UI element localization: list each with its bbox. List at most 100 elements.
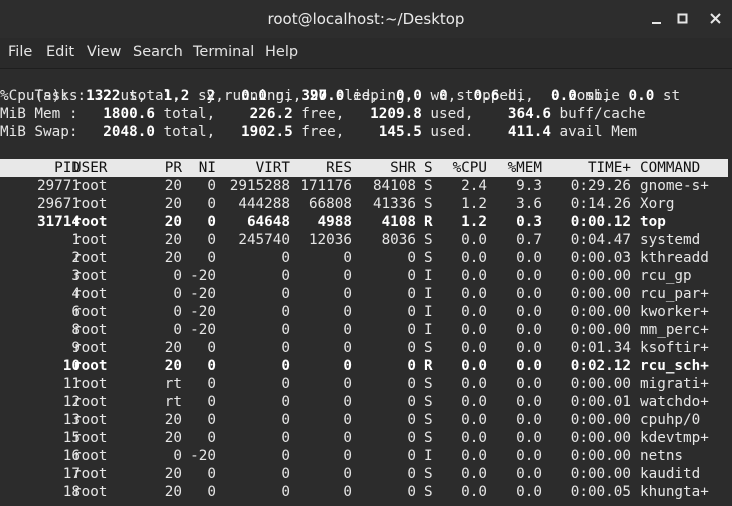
table-row: 15 root 20 0 0 0 0 S 0.0 0.0 0:00.00 kdevtmp+: [0, 429, 732, 447]
cell-cmd: mm_perc+: [640, 322, 709, 338]
cell-cmd: Xorg: [640, 196, 675, 212]
cell-user: root: [73, 214, 108, 230]
col-res[interactable]: RES: [295, 159, 352, 177]
cell-res: 0: [343, 412, 352, 428]
table-row: 9 root 20 0 0 0 0 S 0.0 0.0 0:01.34 ksoftir+: [0, 339, 732, 357]
cell-res: 0: [343, 466, 352, 482]
cell-time: 0:00.01: [570, 394, 631, 410]
cell-ni: -20: [190, 268, 216, 284]
cell-mem: 0.0: [516, 448, 542, 464]
col-virt[interactable]: VIRT: [225, 159, 290, 177]
cell-user: root: [73, 430, 108, 446]
process-table-header: PID USER PR NI VIRT RES SHR S %CPU %MEM …: [0, 159, 732, 177]
menu-file[interactable]: File: [8, 44, 32, 60]
col-cpu[interactable]: %CPU: [443, 159, 487, 177]
col-user[interactable]: USER: [73, 159, 107, 177]
cell-pr: rt: [164, 394, 182, 410]
cell-virt: 0: [281, 394, 290, 410]
cell-s: S: [424, 394, 433, 410]
table-row: 31714 root 20 0 64648 4988 4108 R 1.2 0.3 0:00.12 t…: [0, 213, 732, 231]
cell-pr: 20: [164, 484, 182, 500]
swap-line: MiB Swap: 2048.0 total, 1902.5 free, 145…: [0, 124, 638, 140]
cell-ni: 0: [207, 430, 216, 446]
cell-user: root: [73, 466, 108, 482]
cell-user: root: [73, 394, 108, 410]
cell-cpu: 1.2: [461, 214, 487, 230]
cell-mem: 0.0: [516, 250, 542, 266]
cell-cmd: netns: [640, 448, 684, 464]
cell-ni: -20: [190, 322, 216, 338]
cell-pr: 20: [164, 250, 182, 266]
col-time[interactable]: TIME+: [560, 159, 631, 177]
cell-user: root: [73, 250, 108, 266]
cell-pid: 2: [71, 250, 80, 266]
cell-cmd: kthreadd: [640, 250, 709, 266]
terminal-area[interactable]: Tasks: 322 total, 2 running, 320 sleepin…: [0, 69, 732, 506]
table-row: 6 root 0 -20 0 0 0 I 0.0 0.0 0:00.00 kworker+: [0, 303, 732, 321]
minimize-icon[interactable]: [648, 10, 666, 28]
cell-pid: 16: [62, 448, 80, 464]
menu-help[interactable]: Help: [265, 44, 298, 60]
col-pid[interactable]: PID: [20, 159, 80, 177]
cell-virt: 0: [281, 412, 290, 428]
col-shr[interactable]: SHR: [360, 159, 416, 177]
cell-ni: 0: [207, 250, 216, 266]
cell-pr: 20: [164, 340, 182, 356]
cell-s: S: [424, 196, 433, 212]
cell-shr: 0: [407, 484, 416, 500]
menu-search[interactable]: Search: [133, 44, 183, 60]
terminal-scrollbar[interactable]: [728, 69, 732, 506]
cell-pid: 12: [62, 394, 80, 410]
cell-virt: 245740: [238, 232, 290, 248]
cell-virt: 0: [281, 268, 290, 284]
cell-pid: 11: [62, 376, 80, 392]
maximize-icon[interactable]: [674, 10, 692, 28]
col-s[interactable]: S: [424, 159, 433, 177]
menu-edit[interactable]: Edit: [46, 44, 74, 60]
cell-time: 0:00.00: [570, 430, 631, 446]
cell-pid: 4: [71, 286, 80, 302]
cell-cmd: systemd: [640, 232, 701, 248]
cell-user: root: [73, 484, 108, 500]
table-row: 1 root 20 0 245740 12036 8036 S 0.0 0.7 0:04.47 sys…: [0, 231, 732, 249]
cell-shr: 0: [407, 304, 416, 320]
col-command[interactable]: COMMAND: [640, 159, 700, 177]
table-row: 4 root 0 -20 0 0 0 I 0.0 0.0 0:00.00 rcu_par+: [0, 285, 732, 303]
cell-ni: 0: [207, 412, 216, 428]
cell-cpu: 0.0: [461, 466, 487, 482]
cell-cpu: 0.0: [461, 322, 487, 338]
cell-cpu: 0.0: [461, 394, 487, 410]
cell-virt: 0: [281, 484, 290, 500]
cell-pr: 20: [164, 430, 182, 446]
cell-ni: 0: [207, 358, 216, 374]
cell-mem: 0.0: [516, 286, 542, 302]
col-pr[interactable]: PR: [150, 159, 182, 177]
table-row: 13 root 20 0 0 0 0 S 0.0 0.0 0:00.00 cpuhp/0: [0, 411, 732, 429]
cell-s: S: [424, 430, 433, 446]
cell-s: I: [424, 322, 433, 338]
cell-pr: 0: [173, 322, 182, 338]
cell-shr: 0: [407, 358, 416, 374]
cell-user: root: [73, 322, 108, 338]
cell-cmd: kworker+: [640, 304, 709, 320]
cell-mem: 0.3: [516, 214, 542, 230]
close-icon[interactable]: [707, 10, 725, 28]
cell-pr: 20: [164, 358, 182, 374]
cell-virt: 0: [281, 304, 290, 320]
cell-cpu: 0.0: [461, 340, 487, 356]
cell-user: root: [73, 358, 108, 374]
cell-pid: 29671: [36, 196, 80, 212]
menu-terminal[interactable]: Terminal: [193, 44, 254, 60]
cell-mem: 0.0: [516, 304, 542, 320]
cell-mem: 0.0: [516, 322, 542, 338]
mem-line: MiB Mem : 1800.6 total, 226.2 free, 1209…: [0, 106, 646, 122]
col-mem[interactable]: %MEM: [496, 159, 542, 177]
cell-time: 0:00.00: [570, 412, 631, 428]
cell-time: 0:00.00: [570, 376, 631, 392]
cell-mem: 0.0: [516, 466, 542, 482]
cell-shr: 0: [407, 286, 416, 302]
col-ni[interactable]: NI: [190, 159, 216, 177]
menu-view[interactable]: View: [87, 44, 121, 60]
cell-shr: 0: [407, 340, 416, 356]
cell-shr: 0: [407, 412, 416, 428]
